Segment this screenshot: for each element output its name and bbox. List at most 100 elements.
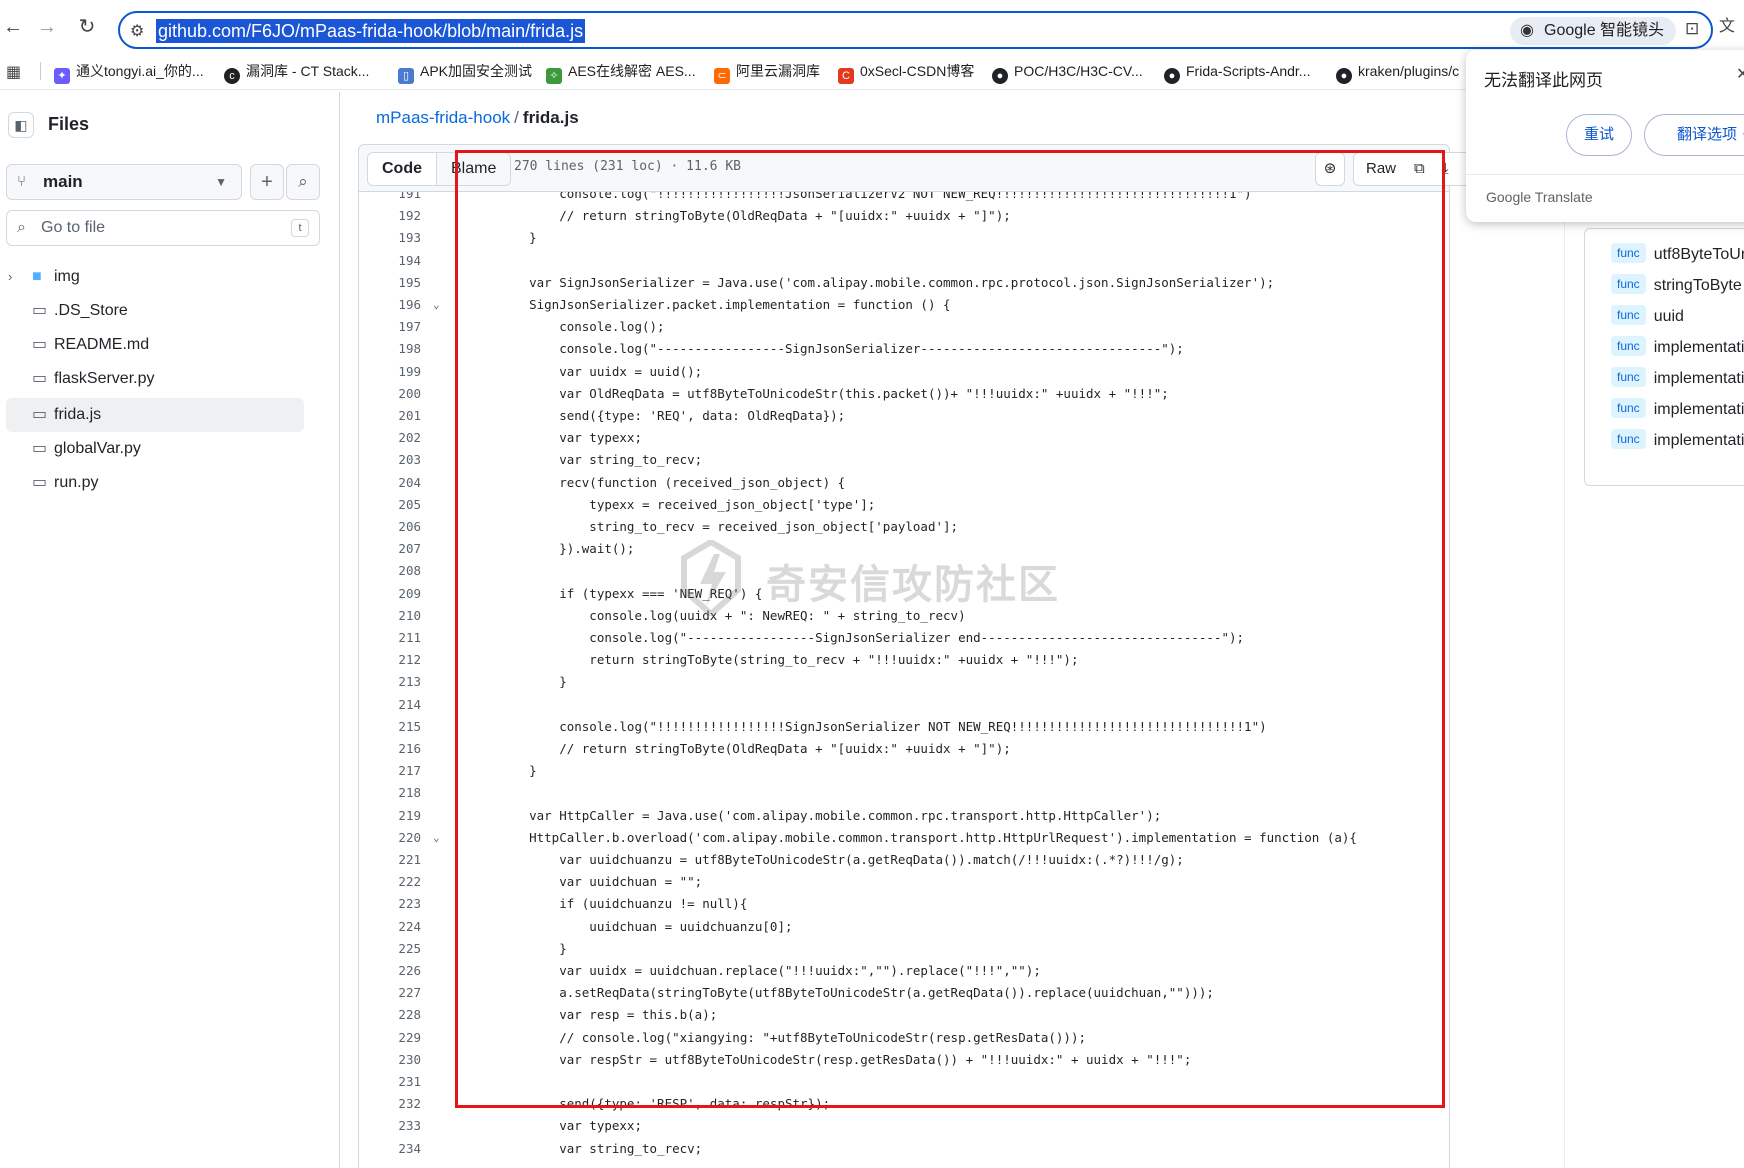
line-number[interactable]: 191 — [359, 192, 421, 205]
forward-icon[interactable]: → — [34, 14, 60, 40]
line-number[interactable]: 218 — [359, 782, 421, 804]
address-bar[interactable]: ⚙ github.com/F6JO/mPaas-frida-hook/blob/… — [118, 11, 1713, 49]
line-number[interactable]: 200 — [359, 383, 421, 405]
line-number[interactable]: 213 — [359, 671, 421, 693]
line-number[interactable]: 215 — [359, 716, 421, 738]
line-number[interactable]: 220 — [359, 827, 421, 849]
line-number[interactable]: 199 — [359, 361, 421, 383]
google-lens-button[interactable]: ◉ Google 智能镜头 — [1510, 17, 1677, 45]
line-number[interactable]: 196 — [359, 294, 421, 316]
outline-item[interactable]: func utf8ByteToUnicodeStr — [1611, 241, 1744, 269]
tree-item-frida-js[interactable]: ▭ frida.js — [6, 398, 304, 432]
back-icon[interactable]: ← — [0, 14, 26, 40]
line-number[interactable]: 208 — [359, 560, 421, 582]
line-number[interactable]: 202 — [359, 427, 421, 449]
line-number[interactable]: 224 — [359, 916, 421, 938]
copilot-button[interactable]: ⊛ — [1315, 152, 1345, 186]
line-number[interactable]: 198 — [359, 338, 421, 360]
line-number[interactable]: 210 — [359, 605, 421, 627]
line-number[interactable]: 234 — [359, 1138, 421, 1160]
line-number[interactable]: 229 — [359, 1027, 421, 1049]
download-icon[interactable]: ⤓ — [1442, 153, 1449, 185]
tree-item-readme[interactable]: ▭ README.md — [6, 328, 304, 362]
line-number[interactable]: 205 — [359, 494, 421, 516]
tree-item-globalvar[interactable]: ▭ globalVar.py — [6, 432, 304, 466]
translate-popup-title: 无法翻译此网页 — [1484, 71, 1603, 90]
fold-chevron-icon[interactable]: ⌄ — [433, 827, 440, 849]
line-number[interactable]: 201 — [359, 405, 421, 427]
install-app-icon[interactable]: ⊡ — [1685, 19, 1699, 39]
bookmark-item[interactable]: ✧ AES在线解密 AES... — [546, 61, 696, 84]
line-number[interactable]: 212 — [359, 649, 421, 671]
line-number[interactable]: 195 — [359, 272, 421, 294]
line-number[interactable]: 233 — [359, 1115, 421, 1137]
bookmark-item[interactable]: C 0xSecl-CSDN博客 — [838, 61, 974, 84]
outline-item[interactable]: func implementation — [1611, 427, 1744, 455]
outline-item[interactable]: func uuid — [1611, 303, 1684, 331]
raw-button[interactable]: Raw — [1366, 160, 1396, 177]
line-number[interactable]: 221 — [359, 849, 421, 871]
line-number[interactable]: 204 — [359, 472, 421, 494]
bookmark-item[interactable]: ● POC/H3C/H3C-CV... — [992, 61, 1143, 84]
line-number[interactable]: 207 — [359, 538, 421, 560]
line-number[interactable]: 217 — [359, 760, 421, 782]
line-number[interactable]: 223 — [359, 893, 421, 915]
tree-item-img[interactable]: › ■ img — [6, 260, 304, 294]
branch-selector[interactable]: ⑂ main ▼ — [6, 164, 242, 200]
tab-code[interactable]: Code — [368, 153, 437, 185]
close-icon[interactable]: ✕ — [1736, 64, 1744, 84]
line-number[interactable]: 231 — [359, 1071, 421, 1093]
collapse-panel-icon[interactable]: ◧ — [8, 112, 34, 138]
line-number[interactable]: 222 — [359, 871, 421, 893]
line-number[interactable]: 216 — [359, 738, 421, 760]
apps-grid-icon[interactable]: ▦ — [6, 62, 21, 82]
line-number[interactable]: 206 — [359, 516, 421, 538]
tree-item-flaskserver[interactable]: ▭ flaskServer.py — [6, 362, 304, 396]
line-number[interactable]: 211 — [359, 627, 421, 649]
line-number[interactable]: 203 — [359, 449, 421, 471]
line-number[interactable]: 232 — [359, 1093, 421, 1115]
search-button[interactable]: ⌕ — [286, 164, 320, 200]
fold-chevron-icon[interactable]: ⌄ — [433, 294, 440, 316]
line-number[interactable]: 230 — [359, 1049, 421, 1071]
line-number[interactable]: 192 — [359, 205, 421, 227]
translate-options-button[interactable]: 翻译选项 ▼ — [1644, 114, 1744, 156]
code-text: var string_to_recv; — [499, 1140, 703, 1156]
breadcrumb-repo-link[interactable]: mPaas-frida-hook — [376, 108, 510, 127]
github-icon: ● — [1336, 68, 1352, 84]
line-number[interactable]: 214 — [359, 694, 421, 716]
outline-item[interactable]: func implementation — [1611, 365, 1744, 393]
line-number[interactable]: 219 — [359, 805, 421, 827]
line-number[interactable]: 227 — [359, 982, 421, 1004]
bookmark-item[interactable]: ✦ 通义tongyi.ai_你的... — [54, 61, 204, 84]
outline-item[interactable]: func implementation — [1611, 396, 1744, 424]
line-number[interactable]: 225 — [359, 938, 421, 960]
tree-item-run[interactable]: ▭ run.py — [6, 466, 304, 500]
outline-item[interactable]: func implementation — [1611, 334, 1744, 362]
add-file-button[interactable]: + — [250, 164, 284, 200]
bookmark-item[interactable]: ● Frida-Scripts-Andr... — [1164, 61, 1310, 84]
code-line: 195 var SignJsonSerializer = Java.use('c… — [359, 272, 1449, 294]
line-number[interactable]: 226 — [359, 960, 421, 982]
site-settings-icon[interactable]: ⚙ — [130, 21, 144, 41]
outline-item[interactable]: func stringToByte — [1611, 272, 1742, 300]
go-to-file-input[interactable]: ⌕ Go to file t — [6, 210, 320, 246]
tree-item-ds-store[interactable]: ▭ .DS_Store — [6, 294, 304, 328]
line-number[interactable]: 197 — [359, 316, 421, 338]
tab-blame[interactable]: Blame — [437, 153, 511, 185]
copy-icon[interactable]: ⧉ — [1414, 153, 1425, 185]
retry-button[interactable]: 重试 — [1566, 114, 1632, 156]
chevron-right-icon[interactable]: › — [8, 260, 12, 294]
reload-icon[interactable]: ↻ — [74, 14, 100, 40]
bookmark-item[interactable]: ⊂ 阿里云漏洞库 — [714, 61, 820, 84]
url-text[interactable]: github.com/F6JO/mPaas-frida-hook/blob/ma… — [156, 19, 586, 43]
translate-icon[interactable]: 文 — [1714, 14, 1740, 40]
bookmark-item[interactable]: c 漏洞库 - CT Stack... — [224, 61, 369, 84]
line-number[interactable]: 194 — [359, 250, 421, 272]
line-number[interactable]: 209 — [359, 583, 421, 605]
line-number[interactable]: 193 — [359, 227, 421, 249]
bookmark-item[interactable]: ● kraken/plugins/c — [1336, 61, 1459, 84]
code-view[interactable]: 191 console.log("!!!!!!!!!!!!!!!!!JsonSe… — [358, 192, 1450, 1168]
bookmark-item[interactable]: ▯ APK加固安全测试 — [398, 61, 532, 84]
line-number[interactable]: 228 — [359, 1004, 421, 1026]
